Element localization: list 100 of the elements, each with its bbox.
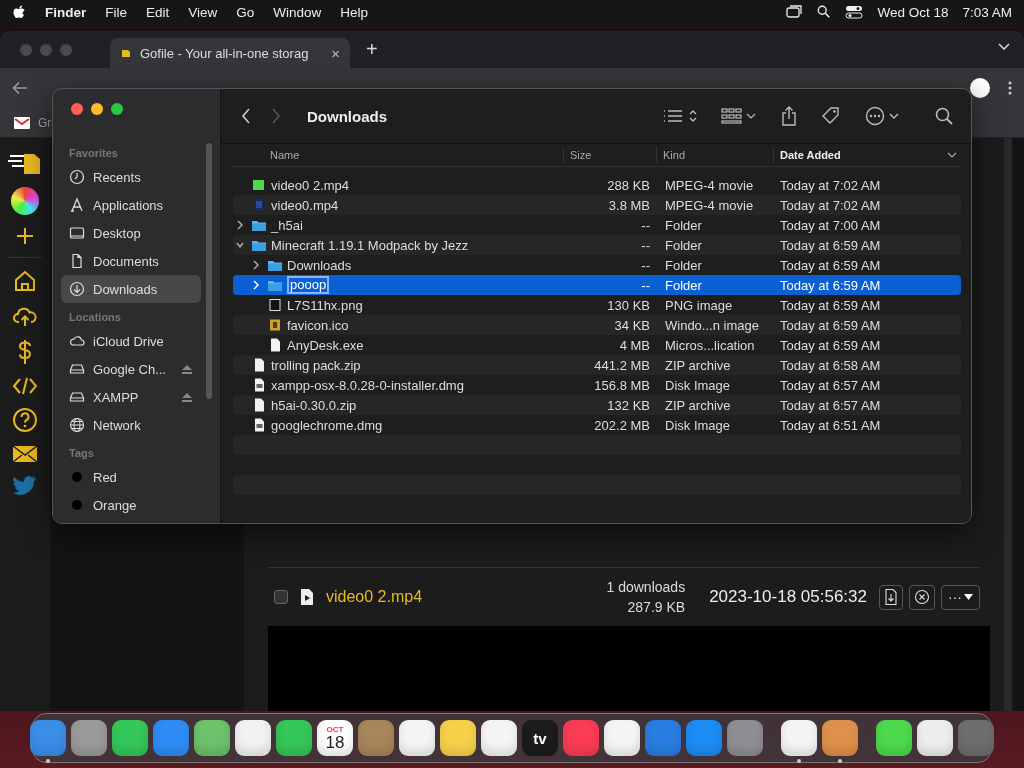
file-row[interactable]: googlechrome.dmg 202.2 MB Disk Image Today at 6:51 AM bbox=[233, 415, 961, 435]
file-row[interactable]: video0 2.mp4 288 KB MPEG-4 movie Today at 7:02 AM bbox=[233, 175, 961, 195]
minimize-button[interactable] bbox=[91, 103, 103, 115]
file-row[interactable]: pooop -- Folder Today at 6:59 AM bbox=[233, 275, 961, 295]
file-row[interactable]: L7S11hx.png 130 KB PNG image Today at 6:59 AM bbox=[233, 295, 961, 315]
file-row[interactable]: trolling pack.zip 441.2 MB ZIP archive Today at 6:58 AM bbox=[233, 355, 961, 375]
rename-field[interactable]: pooop bbox=[287, 276, 330, 294]
file-kind: Folder bbox=[664, 237, 703, 253]
bird-icon[interactable] bbox=[13, 475, 37, 495]
caret-icon bbox=[964, 594, 973, 600]
code-icon[interactable] bbox=[12, 376, 38, 396]
sidebar-item[interactable]: Downloads bbox=[61, 275, 201, 303]
list-view-icon[interactable] bbox=[663, 108, 697, 124]
eject-icon[interactable] bbox=[181, 392, 193, 402]
menu-item[interactable]: View bbox=[188, 4, 218, 20]
chevron-down-icon[interactable] bbox=[998, 43, 1010, 51]
file-row[interactable]: Downloads -- Folder Today at 6:59 AM bbox=[233, 255, 961, 275]
menu-item[interactable]: Edit bbox=[146, 4, 170, 20]
scrollbar[interactable] bbox=[1004, 138, 1012, 711]
sidebar-item[interactable]: Network bbox=[61, 411, 201, 439]
tv-app[interactable]: tv bbox=[522, 720, 558, 763]
image-icon bbox=[267, 298, 283, 312]
close-button[interactable] bbox=[71, 103, 83, 115]
section-heading: Tags bbox=[68, 447, 95, 459]
scrollbar[interactable] bbox=[206, 143, 212, 399]
file-row[interactable]: _h5ai -- Folder Today at 7:00 AM bbox=[233, 215, 961, 235]
new-tab-button[interactable]: + bbox=[360, 38, 384, 61]
column-header[interactable]: Date Added bbox=[773, 147, 961, 163]
help-icon[interactable] bbox=[12, 407, 38, 433]
tag-icon[interactable] bbox=[821, 106, 841, 126]
file-name: trolling pack.zip bbox=[271, 357, 361, 373]
app-menu[interactable]: Finder bbox=[45, 4, 87, 20]
file-size: -- bbox=[640, 217, 651, 233]
date-added: Today at 6:59 AM bbox=[779, 337, 882, 353]
sidebar-item[interactable]: XAMPP bbox=[61, 383, 201, 411]
file-row[interactable]: video0.mp4 3.8 MB MPEG-4 movie Today at 7:02 AM bbox=[233, 195, 961, 215]
app-icon[interactable] bbox=[781, 720, 817, 763]
file-kind: MPEG-4 movie bbox=[664, 177, 755, 193]
clock-icon bbox=[69, 169, 85, 185]
menu-item[interactable]: Go bbox=[236, 4, 255, 20]
menu-item[interactable]: Window bbox=[273, 4, 322, 20]
sidebar-item[interactable]: iCloud Drive bbox=[61, 327, 201, 355]
sidebar-item[interactable]: Orange bbox=[61, 491, 201, 519]
clock-time[interactable]: 7:03 AM bbox=[962, 4, 1012, 20]
mail-icon[interactable] bbox=[12, 444, 38, 464]
download-count: 1 downloads bbox=[606, 579, 686, 595]
browser-tab[interactable]: Gofile - Your all-in-one storag × bbox=[110, 38, 350, 68]
more-icon[interactable] bbox=[1008, 81, 1012, 95]
clock-date[interactable]: Wed Oct 18 bbox=[877, 4, 949, 20]
file-name: video0 2.mp4 bbox=[271, 177, 350, 193]
section-heading: Locations bbox=[68, 311, 122, 323]
file-row[interactable]: xampp-osx-8.0.28-0-installer.dmg 156.8 MB Disk Image Today at 6:57 AM bbox=[233, 375, 961, 395]
windows-icon[interactable] bbox=[785, 5, 804, 19]
bookmark-link[interactable]: Gr bbox=[38, 115, 52, 130]
back-icon[interactable] bbox=[241, 108, 251, 124]
search-icon[interactable] bbox=[817, 5, 832, 19]
file-link[interactable]: video0 2.mp4 bbox=[326, 588, 423, 606]
more-menu-button[interactable]: ··· bbox=[941, 584, 980, 610]
sidebar-item[interactable]: Recents bbox=[61, 163, 201, 191]
column-header[interactable]: Name bbox=[233, 147, 563, 163]
sidebar-item[interactable]: Red bbox=[61, 463, 201, 491]
file-kind: Folder bbox=[664, 257, 703, 273]
column-header[interactable]: Kind bbox=[656, 147, 773, 163]
zoom-button[interactable] bbox=[111, 103, 123, 115]
download-button[interactable] bbox=[879, 584, 903, 610]
more-options-icon[interactable] bbox=[865, 106, 899, 126]
eject-icon[interactable] bbox=[181, 364, 193, 374]
file-row[interactable]: favicon.ico 34 KB Windo...n image Today at 6:59 AM bbox=[233, 315, 961, 335]
file-row[interactable]: h5ai-0.30.0.zip 132 KB ZIP archive Today at 6:57 AM bbox=[233, 395, 961, 415]
file-size: 156.8 MB bbox=[593, 377, 651, 393]
column-header[interactable]: Size bbox=[563, 147, 656, 163]
remove-button[interactable] bbox=[909, 584, 935, 610]
apple-icon[interactable] bbox=[12, 4, 26, 20]
plus-icon[interactable] bbox=[15, 226, 35, 246]
drive-icon bbox=[69, 361, 85, 377]
file-row[interactable]: Minecraft 1.19.1 Modpack by Jezz -- Folder Today at 6:59 AM bbox=[233, 235, 961, 255]
checkbox[interactable] bbox=[274, 590, 288, 604]
sidebar-item[interactable]: Desktop bbox=[61, 219, 201, 247]
avatar-icon[interactable] bbox=[11, 187, 39, 215]
thumbnail-icon bbox=[251, 178, 267, 192]
folder-icon bbox=[267, 278, 283, 292]
menu-item[interactable]: Help bbox=[340, 4, 369, 20]
profile-icon[interactable] bbox=[970, 78, 990, 98]
sidebar-item[interactable]: Google Ch... bbox=[61, 355, 201, 383]
file-kind: Disk Image bbox=[664, 377, 732, 393]
sidebar-item[interactable]: Applications bbox=[61, 191, 201, 219]
control-center-icon[interactable] bbox=[845, 5, 864, 19]
dollar-icon[interactable] bbox=[17, 339, 33, 365]
menu-item[interactable]: File bbox=[105, 4, 128, 20]
app-icon[interactable] bbox=[822, 720, 858, 763]
share-icon[interactable] bbox=[781, 106, 797, 126]
file-size: 441.2 MB bbox=[593, 357, 651, 373]
date-added: Today at 6:57 AM bbox=[779, 377, 882, 393]
calendar-app[interactable]: OCT 18 bbox=[317, 720, 353, 763]
file-size: 3.8 MB bbox=[607, 197, 651, 213]
sidebar-item[interactable]: Documents bbox=[61, 247, 201, 275]
search-icon[interactable] bbox=[935, 107, 953, 125]
file-row[interactable]: AnyDesk.exe 4 MB Micros...lication Today at 6:59 AM bbox=[233, 335, 961, 355]
grid-view-icon[interactable] bbox=[721, 108, 757, 124]
home-icon[interactable] bbox=[13, 269, 37, 293]
